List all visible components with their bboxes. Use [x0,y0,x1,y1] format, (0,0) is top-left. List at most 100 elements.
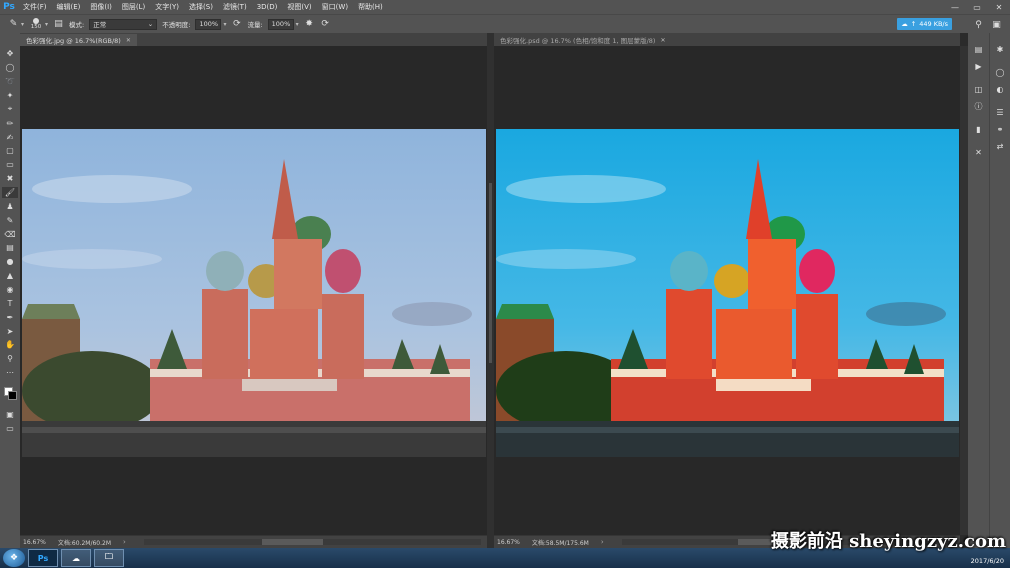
workspace-icon[interactable]: ▣ [991,19,1002,30]
document-tab[interactable]: 色彩强化.psd @ 16.7% (色相/饱和度 1, 图层蒙版/8) ✕ [494,34,672,46]
zoom-tool-icon[interactable]: ⚲ [2,353,18,365]
zoom-level[interactable]: 16.67% [23,539,46,546]
pen-tool-icon[interactable]: ✒ [2,311,18,323]
background-color-swatch[interactable] [8,390,17,400]
adjustments-panel-icon[interactable]: ◐ [993,83,1007,96]
document-window-adjusted: 色彩强化.psd @ 16.7% (色相/饱和度 1, 图层蒙版/8) ✕ 16… [494,33,960,548]
close-icon[interactable]: ✕ [660,37,665,44]
file-explorer-icon[interactable]: 🗀 [94,549,124,567]
brush-tool-icon[interactable]: 🖌 [2,186,18,199]
brush-panel-icon[interactable]: ▤ [53,19,64,30]
zoom-level[interactable]: 16.67% [497,539,520,546]
move-tool-icon[interactable]: ✥ [2,48,18,60]
document-tab-title: 色彩强化.jpg @ 16.7%(RGB/8) [26,37,121,45]
menu-help[interactable]: 帮助(H) [353,2,388,12]
brush-size-picker[interactable]: 150 [29,18,43,30]
network-speed-value: 449 KB/s [919,20,948,28]
history-brush-tool-icon[interactable]: ✎ [2,214,18,226]
pressure-opacity-icon[interactable]: ⟳ [231,19,242,30]
document-splitter[interactable] [487,33,494,548]
brush-settings-icon[interactable]: ✱ [993,43,1007,56]
sharpen-tool-icon[interactable]: ▲ [2,270,18,282]
blur-tool-icon[interactable]: ● [2,256,18,268]
eyedropper-tool-icon[interactable]: ✏ [2,117,18,129]
baidu-netdisk-icon[interactable]: ☁ [61,549,91,567]
scrollbar-thumb[interactable] [261,539,323,545]
pressure-size-icon[interactable]: ⟳ [320,19,331,30]
status-menu-arrow-icon[interactable]: › [601,538,604,546]
menu-image[interactable]: 图像(I) [85,2,117,12]
vertical-scrollbar[interactable] [960,46,968,535]
tool-presets-icon[interactable]: ✕ [972,146,986,159]
photo-original[interactable] [22,129,486,457]
type-tool-icon[interactable]: T [2,297,18,309]
airbrush-icon[interactable]: ✸ [304,19,315,30]
layers-panel-icon[interactable]: ☰ [993,106,1007,119]
mode-select[interactable]: 正常 ⌄ [89,18,158,30]
document-tab[interactable]: 色彩强化.jpg @ 16.7%(RGB/8) ✕ [20,34,137,46]
paths-panel-icon[interactable]: ⇄ [993,140,1007,153]
marquee-tool-icon[interactable]: ◯ [2,62,18,74]
brush-tool-preset-icon[interactable]: ✎ [8,19,19,30]
lasso-tool-icon[interactable]: ➰ [2,76,18,88]
character-panel-icon[interactable]: ▮ [972,123,986,136]
dodge-tool-icon[interactable]: ◉ [2,284,18,296]
menu-view[interactable]: 视图(V) [282,2,316,12]
close-icon[interactable]: ✕ [126,37,131,44]
clone-stamp-tool-icon[interactable]: ♟ [2,200,18,212]
color-swatches[interactable] [2,385,18,401]
healing-brush-tool-icon[interactable]: ✍ [2,131,18,143]
document-tab-row: 色彩强化.jpg @ 16.7%(RGB/8) ✕ [20,33,487,46]
gradient-tool-icon[interactable]: ▤ [2,242,18,254]
menu-select[interactable]: 选择(S) [184,2,218,12]
photo-adjusted[interactable] [496,129,959,457]
horizontal-scrollbar[interactable] [143,539,481,545]
photoshop-logo[interactable]: Ps [0,0,18,14]
chevron-down-icon[interactable]: ▾ [45,21,48,28]
info-panel-icon[interactable]: ⓘ [972,100,986,113]
crop-tool-icon[interactable]: ⌖ [2,103,18,115]
watermark: 摄影前沿 sheyingzyz.com [770,531,1006,552]
more-tools-icon[interactable]: ⋯ [2,367,18,379]
quick-selection-tool-icon[interactable]: ✦ [2,90,18,102]
canvas-area[interactable] [494,46,960,535]
content-aware-move-icon[interactable]: ✖ [2,173,18,185]
canvas-area[interactable] [20,46,487,535]
patch-tool-icon[interactable]: ▢ [2,145,18,157]
close-icon[interactable]: ✕ [988,0,1010,14]
flow-field[interactable]: 100% [267,18,294,30]
chevron-down-icon: ⌄ [147,20,154,28]
restore-icon[interactable]: ▭ [966,0,988,14]
shape-tool-icon[interactable]: ▭ [2,159,18,171]
navigator-panel-icon[interactable]: ◫ [972,83,986,96]
minimize-icon[interactable]: — [944,0,966,14]
start-button-icon[interactable]: ❖ [3,549,25,567]
baidu-cloud-icon: ☁ [901,20,908,28]
menu-type[interactable]: 文字(Y) [150,2,184,12]
histogram-panel-icon[interactable]: ▤ [972,43,986,56]
channels-panel-icon[interactable]: ⚭ [993,123,1007,136]
menu-filter[interactable]: 滤镜(T) [218,2,252,12]
menu-file[interactable]: 文件(F) [18,2,52,12]
screen-mode-icon[interactable]: ▭ [2,422,18,434]
upload-arrow-icon: ↑ [910,20,917,28]
quick-mask-icon[interactable]: ▣ [2,408,18,420]
chevron-down-icon[interactable]: ▾ [21,21,24,28]
opacity-field[interactable]: 100% [195,18,222,30]
color-panel-icon[interactable]: ◯ [993,66,1007,79]
eraser-tool-icon[interactable]: ⌫ [2,228,18,240]
taskbar-photoshop[interactable]: Ps [28,549,58,567]
menu-window[interactable]: 窗口(W) [317,2,353,12]
actions-panel-icon[interactable]: ▶ [972,60,986,73]
hand-tool-icon[interactable]: ✋ [2,339,18,351]
search-icon[interactable]: ⚲ [973,19,984,30]
menu-edit[interactable]: 编辑(E) [52,2,86,12]
splitter-grip[interactable] [489,183,492,363]
chevron-down-icon[interactable]: ▾ [296,21,299,28]
menu-layer[interactable]: 图层(L) [117,2,150,12]
menu-3d[interactable]: 3D(D) [252,3,283,11]
chevron-down-icon[interactable]: ▾ [223,21,226,28]
document-tab-title: 色彩强化.psd @ 16.7% (色相/饱和度 1, 图层蒙版/8) [500,37,656,45]
status-menu-arrow-icon[interactable]: › [123,538,126,546]
path-selection-tool-icon[interactable]: ➤ [2,325,18,337]
